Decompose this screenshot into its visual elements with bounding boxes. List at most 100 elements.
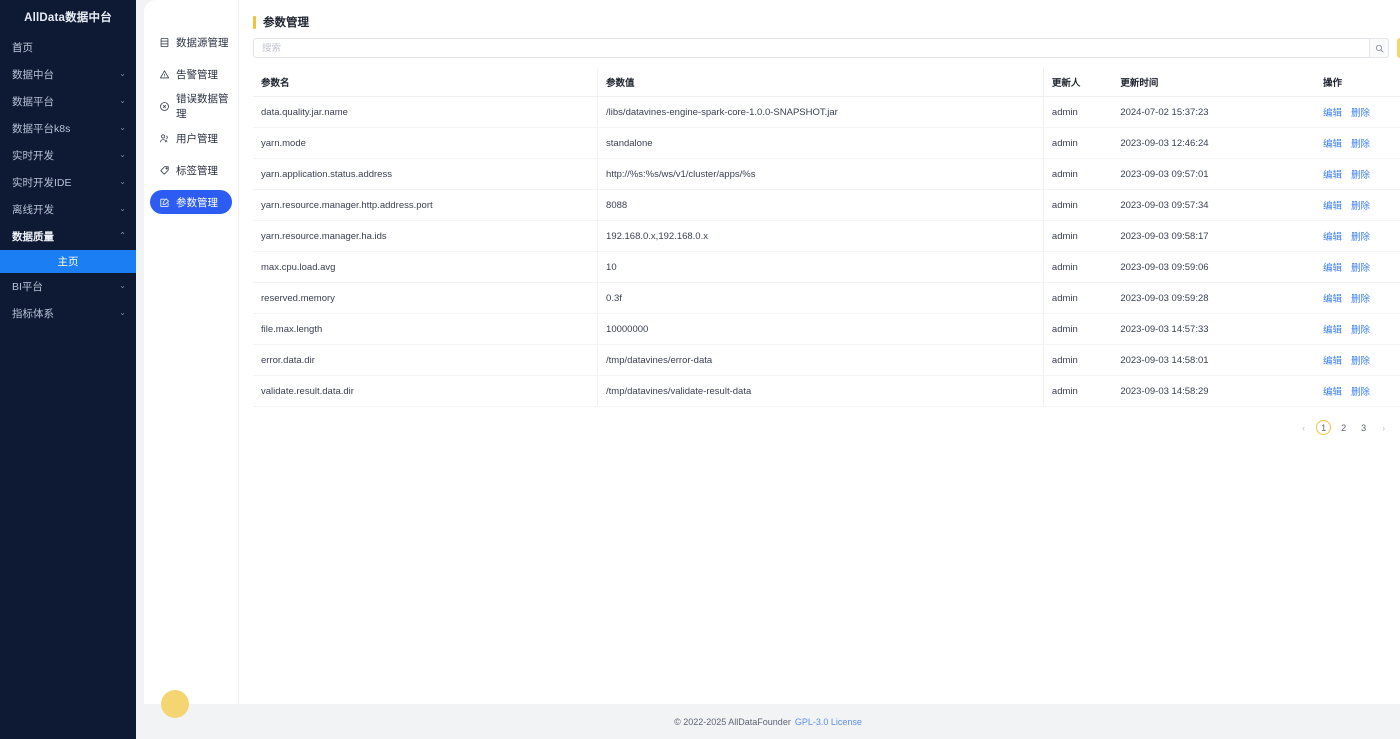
secondary-sidebar-item-4[interactable]: 标签管理 [150, 158, 232, 182]
edit-link[interactable]: 编辑 [1323, 139, 1342, 150]
title-accent-bar [253, 16, 256, 29]
pagination-page-3[interactable]: 3 [1356, 420, 1371, 435]
chevron-down-icon: ⌄ [119, 70, 126, 78]
delete-link[interactable]: 删除 [1351, 294, 1370, 305]
column-header-action: 操作 [1315, 68, 1400, 97]
table-row: reserved.memory0.3fadmin2023-09-03 09:59… [253, 283, 1400, 314]
edit-link[interactable]: 编辑 [1323, 201, 1342, 212]
sidebar-item-5[interactable]: 实时开发IDE⌄ [0, 169, 136, 196]
cell-updated-by: admin [1043, 97, 1112, 128]
sidebar-item-label: 离线开发 [12, 202, 54, 217]
cell-updated-by: admin [1043, 190, 1112, 221]
sidebar-item-7[interactable]: 数据质量⌃ [0, 223, 136, 250]
cell-parameter-name: max.cpu.load.avg [253, 252, 598, 283]
table-row: yarn.resource.manager.http.address.port8… [253, 190, 1400, 221]
pagination-pages: 123 [1316, 420, 1371, 435]
sidebar-item-0[interactable]: 首页 [0, 34, 136, 61]
cell-updated-time: 2023-09-03 09:59:06 [1112, 252, 1315, 283]
pagination-next-icon[interactable]: › [1376, 420, 1391, 435]
sidebar-item-9[interactable]: 指标体系⌄ [0, 300, 136, 327]
cell-updated-time: 2023-09-03 09:57:01 [1112, 159, 1315, 190]
secondary-sidebar-item-2[interactable]: 错误数据管理 [150, 94, 232, 118]
edit-link[interactable]: 编辑 [1323, 232, 1342, 243]
edit-link[interactable]: 编辑 [1323, 356, 1342, 367]
chevron-down-icon: ⌄ [119, 178, 126, 186]
delete-link[interactable]: 删除 [1351, 139, 1370, 150]
table-row: yarn.resource.manager.ha.ids192.168.0.x,… [253, 221, 1400, 252]
pagination-page-1[interactable]: 1 [1316, 420, 1331, 435]
edit-link[interactable]: 编辑 [1323, 387, 1342, 398]
sidebar-item-label: 指标体系 [12, 306, 54, 321]
sidebar-item-4[interactable]: 实时开发⌄ [0, 142, 136, 169]
secondary-sidebar-item-label: 数据源管理 [176, 35, 229, 50]
edit-link[interactable]: 编辑 [1323, 108, 1342, 119]
toolbar: + 创建参数 [253, 38, 1400, 58]
cell-updated-by: admin [1043, 376, 1112, 407]
secondary-sidebar-item-3[interactable]: 用户管理 [150, 126, 232, 150]
edit-link[interactable]: 编辑 [1323, 325, 1342, 336]
cell-actions: 编辑删除 [1315, 128, 1400, 159]
cell-parameter-name: yarn.application.status.address [253, 159, 598, 190]
cell-actions: 编辑删除 [1315, 345, 1400, 376]
secondary-sidebar-item-0[interactable]: 数据源管理 [150, 30, 232, 54]
edit-link[interactable]: 编辑 [1323, 263, 1342, 274]
tag-icon [158, 164, 170, 176]
delete-link[interactable]: 删除 [1351, 108, 1370, 119]
secondary-sidebar-item-1[interactable]: 告警管理 [150, 62, 232, 86]
search-box [253, 38, 1389, 58]
table-header-row: 参数名 参数值 更新人 更新时间 操作 [253, 68, 1400, 97]
sidebar-item-6[interactable]: 离线开发⌄ [0, 196, 136, 223]
cell-parameter-value: standalone [598, 128, 1044, 159]
table-row: validate.result.data.dir/tmp/datavines/v… [253, 376, 1400, 407]
sidebar-item-label: 数据平台k8s [12, 121, 70, 136]
sidebar-item-8[interactable]: BI平台⌄ [0, 273, 136, 300]
delete-link[interactable]: 删除 [1351, 170, 1370, 181]
pagination-prev-icon[interactable]: ‹ [1296, 420, 1311, 435]
sidebar-item-label: 数据中台 [12, 67, 54, 82]
delete-link[interactable]: 删除 [1351, 356, 1370, 367]
cell-parameter-name: yarn.resource.manager.http.address.port [253, 190, 598, 221]
cell-parameter-value: 8088 [598, 190, 1044, 221]
delete-link[interactable]: 删除 [1351, 263, 1370, 274]
secondary-sidebar-item-label: 告警管理 [176, 67, 218, 82]
cell-parameter-value: http://%s:%s/ws/v1/cluster/apps/%s [598, 159, 1044, 190]
cell-parameter-value: 0.3f [598, 283, 1044, 314]
error-circle-icon [158, 100, 170, 112]
search-input[interactable] [254, 39, 1369, 57]
user-group-icon [158, 132, 170, 144]
secondary-sidebar-item-5[interactable]: 参数管理 [150, 190, 232, 214]
cell-parameter-value: 10000000 [598, 314, 1044, 345]
primary-sidebar: AllData数据中台 首页数据中台⌄数据平台⌄数据平台k8s⌄实时开发⌄实时开… [0, 0, 136, 739]
cell-updated-by: admin [1043, 345, 1112, 376]
cell-actions: 编辑删除 [1315, 97, 1400, 128]
cell-updated-by: admin [1043, 128, 1112, 159]
delete-link[interactable]: 删除 [1351, 325, 1370, 336]
chat-icon[interactable]: ☰ [161, 690, 189, 718]
pagination-page-2[interactable]: 2 [1336, 420, 1351, 435]
sidebar-item-3[interactable]: 数据平台k8s⌄ [0, 115, 136, 142]
edit-square-icon [158, 196, 170, 208]
sidebar-item-label: 首页 [12, 40, 33, 55]
sidebar-subitem-active[interactable]: 主页 [0, 250, 136, 273]
edit-link[interactable]: 编辑 [1323, 170, 1342, 181]
cell-parameter-value: 192.168.0.x,192.168.0.x [598, 221, 1044, 252]
cell-updated-time: 2023-09-03 14:58:29 [1112, 376, 1315, 407]
secondary-sidebar-item-label: 错误数据管理 [176, 91, 232, 121]
chevron-up-icon: ⌃ [119, 232, 126, 240]
secondary-sidebar-item-label: 标签管理 [176, 163, 218, 178]
edit-link[interactable]: 编辑 [1323, 294, 1342, 305]
database-icon [158, 36, 170, 48]
cell-parameter-name: yarn.resource.manager.ha.ids [253, 221, 598, 252]
search-icon[interactable] [1369, 39, 1388, 57]
secondary-sidebar: 数据源管理告警管理错误数据管理用户管理标签管理参数管理 ☰ [144, 0, 239, 704]
cell-updated-by: admin [1043, 159, 1112, 190]
license-link[interactable]: GPL-3.0 License [795, 717, 862, 727]
delete-link[interactable]: 删除 [1351, 201, 1370, 212]
sidebar-item-1[interactable]: 数据中台 ⌄ [0, 61, 136, 88]
delete-link[interactable]: 删除 [1351, 387, 1370, 398]
delete-link[interactable]: 删除 [1351, 232, 1370, 243]
cell-parameter-name: yarn.mode [253, 128, 598, 159]
chevron-down-icon: ⌄ [119, 282, 126, 290]
sidebar-item-2[interactable]: 数据平台⌄ [0, 88, 136, 115]
column-header-time: 更新时间 [1112, 68, 1315, 97]
